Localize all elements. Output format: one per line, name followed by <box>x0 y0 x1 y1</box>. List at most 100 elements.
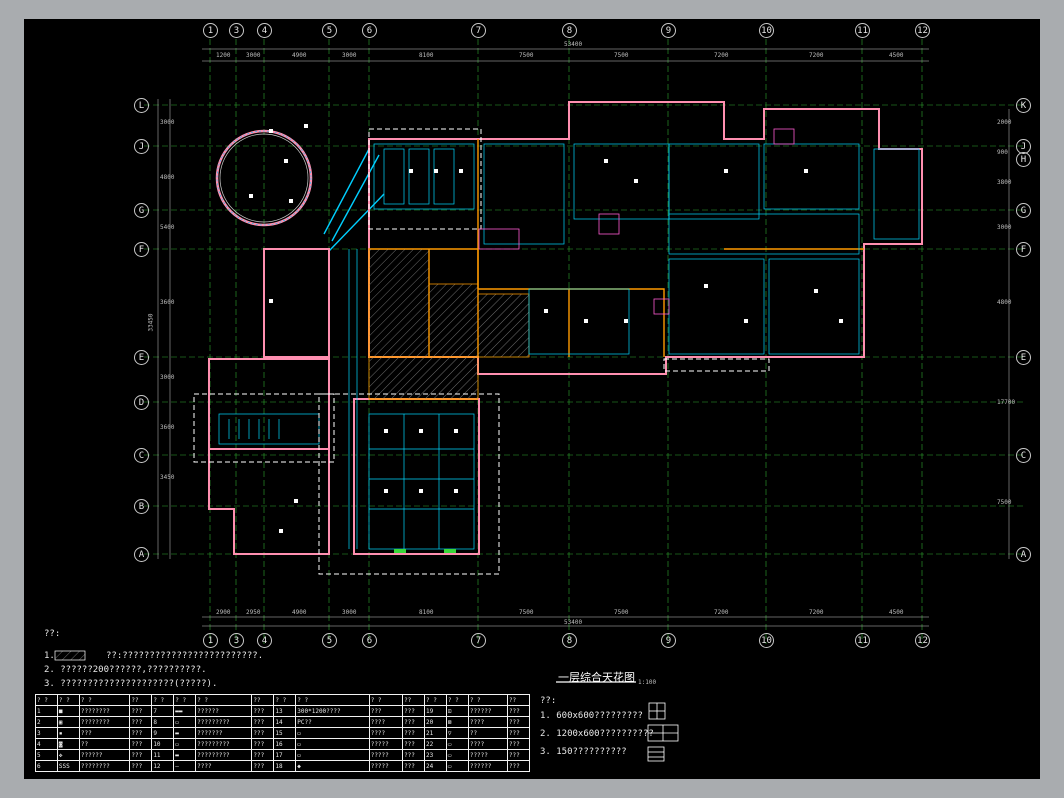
axis-col-bottom: 1 <box>203 633 218 648</box>
notes-line-3: 3. ?????????????????????(?????). <box>44 679 218 689</box>
legend-cell: ????????? <box>195 738 253 750</box>
dim-top: 7500 <box>614 52 629 59</box>
axis-col-top: 5 <box>322 23 337 38</box>
room-markers <box>478 128 795 315</box>
legend-cell: ??? <box>402 760 425 772</box>
dim-top: 4900 <box>292 52 307 59</box>
legend-cell: 14 <box>273 716 297 728</box>
dim-right: 3800 <box>997 179 1012 186</box>
legend-cell: ▭ <box>295 727 370 739</box>
legend-cell: ▭ <box>173 738 197 750</box>
legend-header-cell: ? ? <box>151 694 175 706</box>
dim-top: 8100 <box>419 52 434 59</box>
legend-cell: ??? <box>129 760 153 772</box>
legend-header-cell: ? ? <box>56 694 80 706</box>
legend-cell: ???????? <box>78 760 131 772</box>
ceiling-note-1: 1. 600x600????????? <box>540 711 643 721</box>
legend-cell: ???????? <box>78 716 131 728</box>
legend-cell: ???? <box>467 716 508 728</box>
axis-col-top: 8 <box>562 23 577 38</box>
legend-row: 1 ■??????????? 7 ▬▬????????? 13 300*1200?????… <box>35 705 531 717</box>
legend-cell: ??? <box>129 716 153 728</box>
dim-right: 7500 <box>997 499 1012 506</box>
dim-right: 4800 <box>997 299 1012 306</box>
legend-cell: ▬ <box>173 727 197 739</box>
legend-cell: ??? <box>506 760 531 772</box>
legend-cell: 15 <box>273 727 297 739</box>
legend-cell: ▬ <box>173 749 197 761</box>
legend-cell: 17 <box>273 749 297 761</box>
legend-cell: ??? <box>129 705 153 717</box>
legend-cell: ▭ <box>445 749 469 761</box>
legend-cell: ????? <box>467 749 508 761</box>
axis-col-bottom: 6 <box>362 633 377 648</box>
axis-row-right: H <box>1016 152 1031 167</box>
hatched-areas <box>368 248 530 400</box>
legend-cell: 23 <box>423 749 447 761</box>
dim-bottom: 3000 <box>342 609 357 616</box>
axis-col-bottom: 5 <box>322 633 337 648</box>
axis-col-top: 9 <box>661 23 676 38</box>
axis-row-right: G <box>1016 203 1031 218</box>
legend-cell: ?????? <box>195 705 253 717</box>
legend-header-cell: ? ? <box>173 694 197 706</box>
legend-cell: 8 <box>151 716 175 728</box>
dim-bottom: 7500 <box>614 609 629 616</box>
legend-row: 3 ▪?????? 9 ▬?????????? 15 ▭??????? 21 ▽????? <box>35 727 531 739</box>
legend-header-cell: ? ? <box>445 694 469 706</box>
axis-row-left: F <box>134 242 149 257</box>
dim-bottom: 2900 <box>216 609 231 616</box>
dim-bottom: 4500 <box>889 609 904 616</box>
legend-header-cell: ? ? <box>295 694 370 706</box>
legend-cell: 22 <box>423 738 447 750</box>
legend-cell: ??? <box>506 749 531 761</box>
axis-col-top: 6 <box>362 23 377 38</box>
dim-right: 3000 <box>997 224 1012 231</box>
dim-bottom: 7200 <box>809 609 824 616</box>
legend-cell: ??? <box>506 705 531 717</box>
dim-left: 3000 <box>160 119 175 126</box>
legend-cell: ??? <box>251 716 275 728</box>
legend-cell: ???????? <box>78 705 131 717</box>
notes-line-2: 2. ??????200??????,??????????. <box>44 665 207 675</box>
legend-cell: ▣ <box>56 716 80 728</box>
dim-bottom: 7200 <box>714 609 729 616</box>
legend-cell: 19 <box>423 705 447 717</box>
legend-cell: ??? <box>251 705 275 717</box>
legend-cell: ???? <box>368 716 404 728</box>
legend-cell: ▭ <box>445 738 469 750</box>
axis-row-left: L <box>134 98 149 113</box>
hatch-legend-swatch <box>54 650 86 661</box>
axis-row-left: D <box>134 395 149 410</box>
legend-cell: 5 <box>35 749 58 761</box>
legend-header-cell: ?? <box>129 694 153 706</box>
dim-top: 7200 <box>809 52 824 59</box>
legend-cell: 12 <box>151 760 175 772</box>
diagonal-corridor <box>323 148 385 252</box>
axis-col-top: 12 <box>915 23 930 38</box>
axis-col-top: 7 <box>471 23 486 38</box>
legend-cell: ▭ <box>295 738 370 750</box>
legend-cell: ✥ <box>56 749 80 761</box>
legend-header-cell: ? ? <box>35 694 58 706</box>
axis-row-left: C <box>134 448 149 463</box>
dim-left: 3450 <box>160 474 175 481</box>
legend-cell: ?????? <box>78 749 131 761</box>
legend-header-cell: ? ? <box>273 694 297 706</box>
axis-row-left: J <box>134 139 149 154</box>
legend-cell: ??????? <box>195 727 253 739</box>
legend-cell: 2 <box>35 716 58 728</box>
ceiling-note-2: 2. 1200x600?????????? <box>540 729 654 739</box>
legend-cell: 4 <box>35 738 58 750</box>
dim-left: 5400 <box>160 224 175 231</box>
dim-right: 900 <box>997 149 1008 156</box>
dim-top: 7200 <box>714 52 729 59</box>
legend-cell: SSS <box>56 760 80 772</box>
legend-cell: 18 <box>273 760 297 772</box>
legend-cell: ??? <box>78 727 131 739</box>
legend-row: 2 ▣??????????? 8 ▭???????????? 14 PC?????????… <box>35 716 531 728</box>
legend-row: 6 SSS??????????? 12—??????? 18 ◆???????? 24 ▭?… <box>35 760 531 772</box>
legend-cell: 300*1200???? <box>295 705 370 717</box>
axis-col-bottom: 12 <box>915 633 930 648</box>
axis-row-right: F <box>1016 242 1031 257</box>
